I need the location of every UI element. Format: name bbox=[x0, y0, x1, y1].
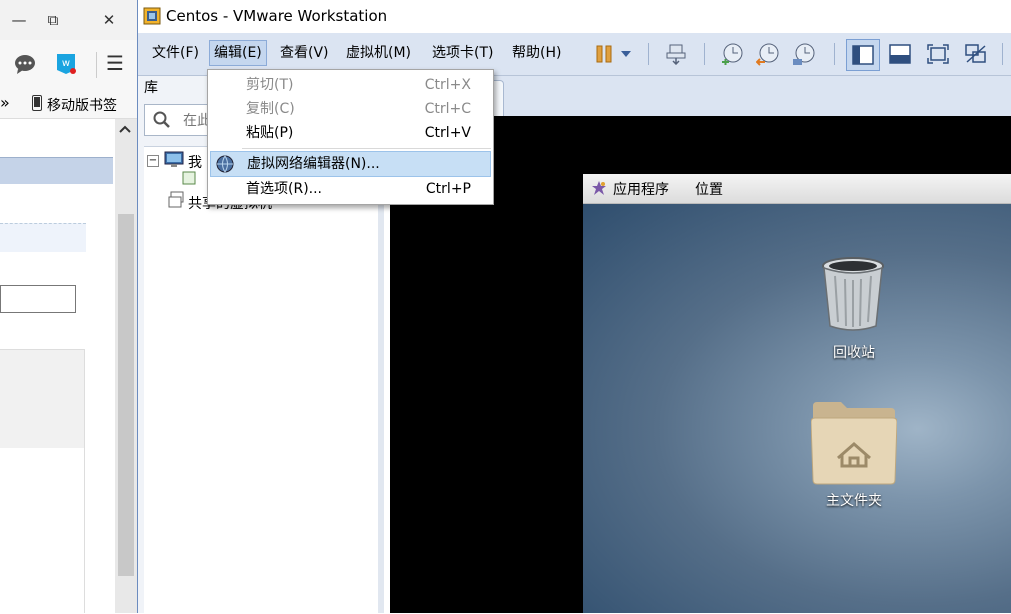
menu-help[interactable]: 帮助(H) bbox=[508, 41, 565, 65]
page-section-band bbox=[0, 223, 86, 252]
browser-toolbar: w ☰ bbox=[0, 40, 137, 91]
menu-icon[interactable]: ☰ bbox=[106, 51, 124, 75]
browser-titlebar: — ⧉ ✕ bbox=[0, 0, 137, 40]
edit-menu-dropdown: 剪切(T) Ctrl+X 复制(C) Ctrl+C 粘贴(P) Ctrl+V 虚… bbox=[207, 69, 494, 205]
library-view-icon[interactable] bbox=[846, 39, 880, 71]
weibo-icon[interactable]: w bbox=[55, 52, 77, 80]
menu-edit[interactable]: 编辑(E) bbox=[209, 40, 267, 66]
revert-snapshot-icon[interactable] bbox=[752, 39, 784, 69]
menu-file[interactable]: 文件(F) bbox=[148, 41, 203, 65]
toolbar-separator bbox=[648, 43, 649, 65]
my-computer-icon bbox=[164, 151, 184, 173]
library-tree: − 我 共享的虚拟机 bbox=[144, 146, 384, 614]
page-divider bbox=[84, 349, 85, 613]
unity-icon[interactable] bbox=[960, 39, 992, 69]
places-menu[interactable]: 位置 bbox=[695, 179, 723, 199]
window-title: Centos - VMware Workstation bbox=[166, 7, 388, 25]
background-browser-window: — ⧉ ✕ w ☰ » 移动版书签 bbox=[0, 0, 137, 613]
dropdown-arrow-icon[interactable] bbox=[616, 39, 636, 69]
applications-menu[interactable]: 应用程序 bbox=[613, 179, 669, 199]
menu-view[interactable]: 查看(V) bbox=[276, 41, 333, 65]
tree-collapse-toggle[interactable]: − bbox=[147, 155, 159, 167]
home-folder-icon[interactable] bbox=[810, 400, 898, 490]
page-header-band bbox=[0, 157, 113, 184]
guest-desktop-background[interactable]: 回收站 主文件夹 bbox=[583, 204, 1011, 613]
guest-desktop[interactable]: 应用程序 位置 回收站 主文件夹 bbox=[583, 174, 1011, 613]
page-panel bbox=[0, 349, 84, 448]
menu-item-paste[interactable]: 粘贴(P) Ctrl+V bbox=[210, 121, 491, 145]
menu-item-cut[interactable]: 剪切(T) Ctrl+X bbox=[210, 73, 491, 97]
bookmarks-bar: » 移动版书签 bbox=[0, 90, 137, 119]
scroll-thumb[interactable] bbox=[118, 214, 134, 576]
menu-tabs[interactable]: 选项卡(T) bbox=[428, 41, 497, 65]
mobile-phone-icon bbox=[32, 95, 42, 115]
vmware-titlebar: Centos - VMware Workstation bbox=[138, 0, 1011, 33]
fullscreen-icon[interactable] bbox=[922, 39, 954, 69]
menu-item-preferences[interactable]: 首选项(R)... Ctrl+P bbox=[210, 177, 491, 201]
toolbar-divider bbox=[96, 52, 97, 78]
menu-item-virtual-network-editor[interactable]: 虚拟网络编辑器(N)... bbox=[210, 151, 491, 177]
mobile-bookmarks-link[interactable]: 移动版书签 bbox=[47, 95, 117, 115]
page-text-field[interactable] bbox=[0, 285, 76, 313]
snapshot-manager-icon[interactable] bbox=[788, 39, 820, 69]
applications-icon bbox=[591, 180, 607, 200]
menu-separator bbox=[242, 148, 491, 149]
browser-scrollbar[interactable] bbox=[115, 119, 137, 613]
console-view-icon[interactable] bbox=[884, 39, 916, 69]
scroll-up-arrow-icon[interactable] bbox=[119, 123, 131, 137]
browser-page-content bbox=[0, 119, 113, 613]
snapshot-icon[interactable] bbox=[716, 39, 748, 69]
restore-button[interactable]: ⧉ bbox=[40, 8, 66, 32]
chat-icon[interactable] bbox=[14, 54, 36, 78]
close-button[interactable]: ✕ bbox=[96, 8, 122, 32]
menu-item-copy[interactable]: 复制(C) Ctrl+C bbox=[210, 97, 491, 121]
search-icon bbox=[153, 111, 171, 133]
tree-item-my-computer[interactable]: 我 bbox=[188, 152, 202, 172]
guest-top-panel: 应用程序 位置 bbox=[583, 174, 1011, 204]
trash-label[interactable]: 回收站 bbox=[794, 342, 914, 362]
shared-vm-icon bbox=[168, 191, 186, 213]
toolbar-separator bbox=[704, 43, 705, 65]
menu-vm[interactable]: 虚拟机(M) bbox=[342, 41, 415, 65]
svg-text:w: w bbox=[62, 58, 70, 69]
toolbar-separator bbox=[1002, 43, 1003, 65]
minimize-button[interactable]: — bbox=[6, 8, 32, 32]
trash-icon[interactable] bbox=[821, 256, 885, 338]
toolbar-separator bbox=[834, 43, 835, 65]
home-folder-label[interactable]: 主文件夹 bbox=[794, 490, 914, 510]
vmware-app-icon bbox=[143, 7, 161, 29]
vm-icon bbox=[182, 171, 196, 189]
send-ctrl-alt-del-icon[interactable] bbox=[660, 39, 692, 69]
bookmarks-chevron[interactable]: » bbox=[0, 93, 10, 112]
